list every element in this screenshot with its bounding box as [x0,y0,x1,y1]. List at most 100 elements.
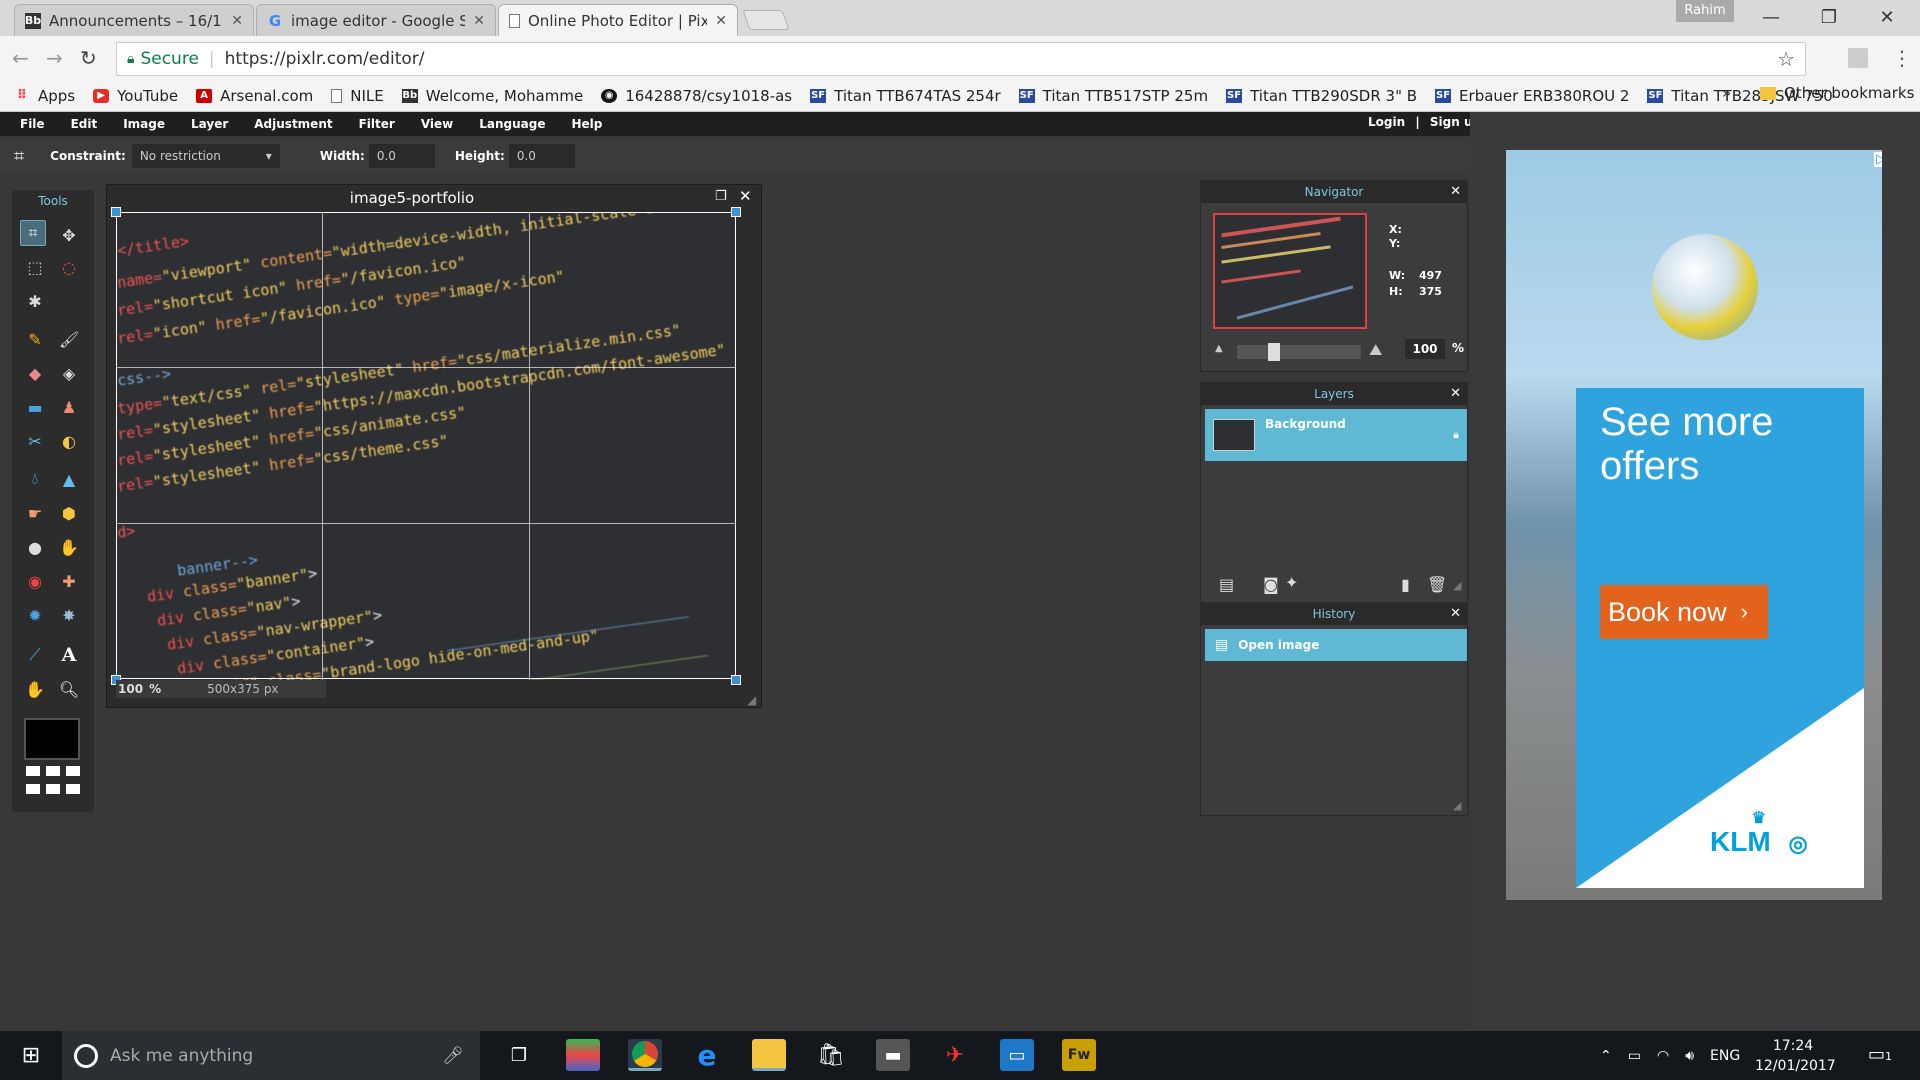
clone-stamp-icon[interactable]: ♟ [56,394,82,420]
forward-icon[interactable]: → [46,46,63,70]
menu-edit[interactable]: Edit [71,117,98,131]
sponge-tool-icon[interactable]: ⬢ [56,500,82,526]
app-icon[interactable]: ▭ [1000,1039,1034,1071]
other-bookmarks[interactable]: Other bookmarks [1760,84,1914,102]
eraser-tool-icon[interactable]: ◆ [22,360,48,386]
navigator-thumbnail[interactable] [1213,213,1367,329]
blur-tool-icon[interactable]: 💧︎ [22,466,48,492]
fireworks-icon[interactable]: Fw [1062,1039,1096,1071]
profile-button[interactable]: Rahim [1676,0,1734,22]
zoom-slider[interactable] [1237,343,1361,361]
move-tool-icon[interactable]: ✥ [56,222,82,248]
bookmark-youtube[interactable]: ▶ YouTube [93,87,178,105]
grid-icon[interactable] [26,784,40,794]
maximize-icon[interactable]: ❐ [715,189,727,204]
menu-view[interactable]: View [421,117,453,131]
sharpen-tool-icon[interactable]: ▲ [56,466,82,492]
extension-icon[interactable] [1848,48,1868,68]
task-view-icon[interactable]: ❐ [502,1039,536,1071]
battery-icon[interactable]: ▭ [1628,1048,1641,1064]
nav-zoom-input[interactable]: 100 [1405,339,1445,359]
close-tab-icon[interactable]: ✕ [231,13,243,29]
layer-mask-icon[interactable]: ◙ [1263,575,1279,594]
red-eye-icon[interactable]: ◉ [22,568,48,594]
grid-icon[interactable] [26,766,40,776]
close-tab-icon[interactable]: ✕ [473,13,485,29]
tab-announcements[interactable]: Bb Announcements – 16/17 ✕ [14,4,254,36]
file-explorer-icon[interactable] [752,1039,786,1071]
menu-file[interactable]: File [20,117,45,131]
login-link[interactable]: Login [1368,115,1405,129]
microphone-icon[interactable]: 🎤︎ [442,1046,464,1066]
action-center-icon[interactable]: ▭1 [1868,1044,1892,1065]
hand-tool-icon[interactable]: ✋ [22,676,48,702]
back-icon[interactable]: ← [12,46,29,70]
zoom-out-icon[interactable]: ▲ [1215,343,1223,354]
close-icon[interactable]: ✕ [739,187,752,205]
marquee-tool-icon[interactable]: ⬚ [22,254,48,280]
grid-icon[interactable] [46,766,60,776]
bookmark-apps[interactable]: ⠿ Apps [14,87,75,105]
close-icon[interactable]: ✕ [1450,383,1461,405]
tab-google-search[interactable]: G image editor - Google Se ✕ [256,4,496,36]
address-bar[interactable]: 🔒︎ Secure | https://pixlr.com/editor/ ☆ [116,42,1806,76]
close-tab-icon[interactable]: ✕ [715,13,727,29]
width-input[interactable]: 0.0 [368,144,435,168]
color-replace-icon[interactable]: ✂ [22,428,48,454]
wifi-icon[interactable]: ◠ [1657,1048,1669,1064]
adchoices-icon[interactable]: ▷ [1874,152,1882,167]
menu-adjustment[interactable]: Adjustment [254,117,332,131]
bookmark-github[interactable]: ◉ 16428878/csy1018-as [601,87,792,105]
gradient-tool-icon[interactable]: ▬ [22,394,48,420]
color-swatch[interactable] [24,718,80,760]
store-icon[interactable]: 🛍︎ [814,1039,848,1071]
history-item[interactable]: ▤ Open image [1205,629,1467,661]
new-tab-button[interactable] [742,10,790,30]
new-layer-icon[interactable]: ▮ [1401,575,1410,594]
close-window-icon[interactable]: ✕ [1858,0,1916,34]
bookmark-welcome[interactable]: Bb Welcome, Mohamme [401,87,583,105]
cortana-search[interactable]: Ask me anything 🎤︎ [62,1031,480,1080]
pinch-tool-icon[interactable]: ✸ [56,602,82,628]
bloat-tool-icon[interactable]: ✹ [22,602,48,628]
menu-language[interactable]: Language [479,117,545,131]
pencil-tool-icon[interactable]: ✎ [22,326,48,352]
crop-tool[interactable]: ⌗ [20,220,46,246]
bookmark-arsenal[interactable]: A Arsenal.com [196,87,313,105]
menu-image[interactable]: Image [123,117,165,131]
zoom-tool-icon[interactable]: 🔍︎ [56,676,82,702]
smudge-tool-icon[interactable]: ☛ [22,500,48,526]
type-tool-icon[interactable]: A [56,642,82,668]
resize-handle-icon[interactable]: ◢ [1453,799,1461,812]
crop-handle[interactable] [111,207,121,217]
bookmark-star-icon[interactable]: ☆ [1777,47,1795,71]
windows-start-icon[interactable]: ⊞ [0,1031,62,1080]
crop-handle[interactable] [731,207,741,217]
bookmark-titan-3[interactable]: SF Titan TTB290SDR 3" B [1226,87,1417,105]
app-icon[interactable]: ▬ [876,1039,910,1071]
burn-tool-icon[interactable]: ✋ [56,534,82,560]
bookmark-titan-2[interactable]: SF Titan TTB517STP 25m [1018,87,1208,105]
menu-help[interactable]: Help [572,117,603,131]
magic-wand-icon[interactable]: ✱ [22,288,48,314]
paint-bucket-icon[interactable]: ◈ [56,360,82,386]
reload-icon[interactable]: ↻ [80,46,97,70]
chrome-icon[interactable] [628,1039,662,1071]
color-picker-icon[interactable]: ⟋ [22,642,48,668]
brush-tool-icon[interactable]: 🖌︎ [56,326,82,352]
zoom-slider-knob[interactable] [1268,343,1281,361]
layer-item[interactable]: Background 🔒︎ [1205,409,1467,461]
menu-dots-icon[interactable]: ⋮ [1892,46,1912,70]
bookmarks-overflow-button[interactable]: » [1722,84,1731,102]
drawing-tool-icon[interactable]: ◐ [56,428,82,454]
chevron-up-icon[interactable]: ⌃ [1600,1048,1612,1064]
bookmark-nile[interactable]: NILE [331,87,384,105]
close-icon[interactable]: ✕ [1450,603,1461,625]
ad-book-now-button[interactable]: Book now › [1600,585,1768,639]
grid-icon[interactable] [66,784,80,794]
language-indicator[interactable]: ENG [1710,1048,1740,1064]
bookmark-titan-1[interactable]: SF Titan TTB674TAS 254r [810,87,1001,105]
layer-styles-icon[interactable]: ✦ [1285,573,1298,592]
menu-filter[interactable]: Filter [359,117,395,131]
tab-pixlr-editor[interactable]: Online Photo Editor | Pixl ✕ [498,4,738,36]
